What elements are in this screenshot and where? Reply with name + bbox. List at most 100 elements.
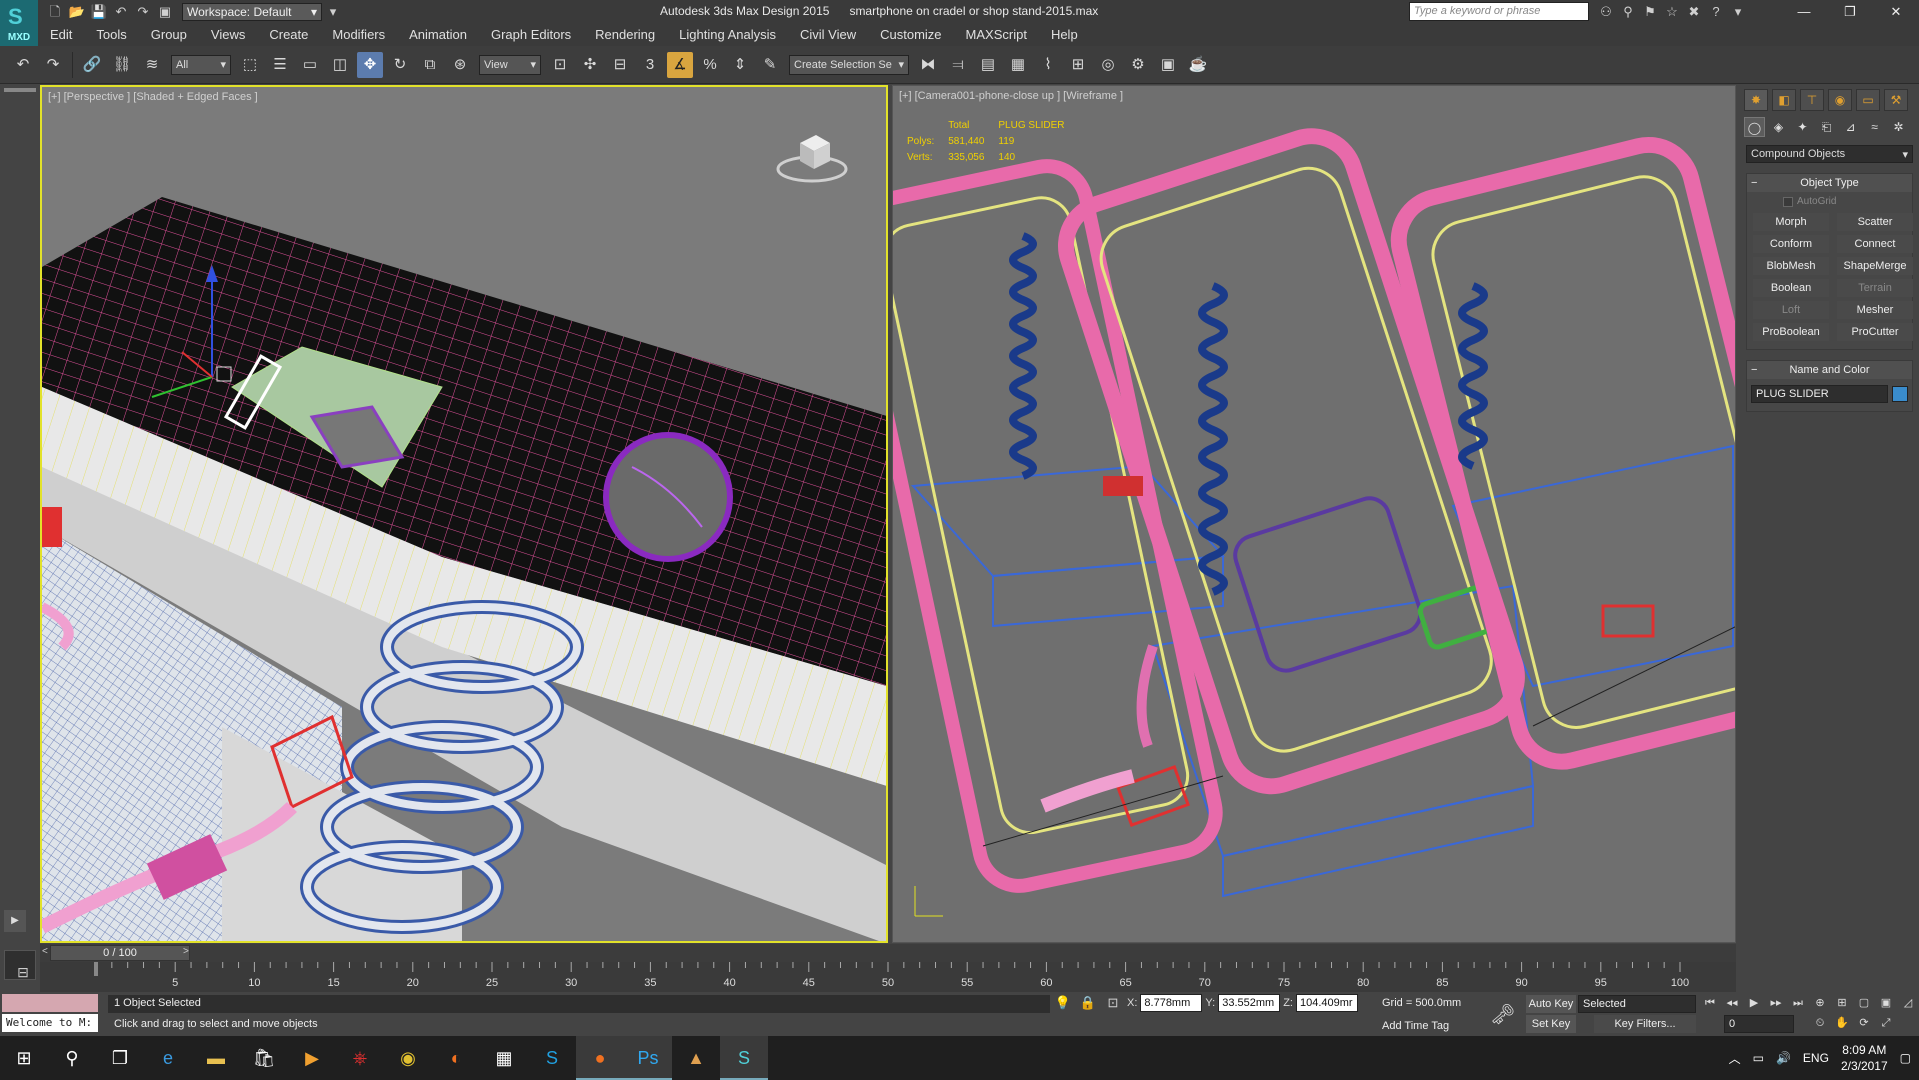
reference-coordinate-dropdown[interactable]: View ▾: [479, 54, 541, 75]
select-by-name-icon[interactable]: ☰: [267, 52, 293, 78]
scatter-button[interactable]: Scatter: [1837, 213, 1913, 231]
time-slider-prev-icon[interactable]: <: [42, 946, 48, 957]
app-logo-icon[interactable]: S MXD: [0, 0, 38, 46]
time-slider-thumb[interactable]: 0 / 100: [50, 945, 190, 961]
edge-browser-icon[interactable]: e: [144, 1036, 192, 1080]
calculator-icon[interactable]: ▦: [480, 1036, 528, 1080]
orbit-icon[interactable]: ⟳: [1854, 1014, 1874, 1032]
modify-tab-icon[interactable]: ◧: [1772, 89, 1796, 111]
menu-edit[interactable]: Edit: [38, 24, 84, 46]
cameras-icon[interactable]: ⎗: [1816, 117, 1837, 137]
align-icon[interactable]: ⫤: [945, 52, 971, 78]
firefox-icon[interactable]: ◐: [432, 1036, 480, 1080]
customize-qa-icon[interactable]: ▾: [324, 3, 342, 21]
conform-button[interactable]: Conform: [1753, 235, 1829, 253]
keyboard-shortcut-override-icon[interactable]: ⊟: [607, 52, 633, 78]
motion-tab-icon[interactable]: ◉: [1828, 89, 1852, 111]
zoom-extents-icon[interactable]: ▢: [1854, 994, 1874, 1012]
current-frame-field[interactable]: 0: [1724, 1015, 1794, 1033]
next-frame-icon[interactable]: ▸▸: [1766, 994, 1786, 1012]
chrome-icon[interactable]: ◉: [384, 1036, 432, 1080]
y-coordinate-field[interactable]: 33.552mm: [1218, 994, 1281, 1012]
acrobat-icon[interactable]: ⎈: [336, 1036, 384, 1080]
mini-curve-editor-toggle[interactable]: ▶: [4, 910, 26, 932]
object-category-dropdown[interactable]: Compound Objects ▾: [1746, 145, 1913, 163]
snaps-toggle-icon[interactable]: 3: [637, 52, 663, 78]
spinner-snap-icon[interactable]: ⇕: [727, 52, 753, 78]
3dsmax-taskbar-icon[interactable]: S: [720, 1036, 768, 1080]
workspace-dropdown[interactable]: Workspace: Default ▾: [182, 3, 322, 21]
curve-editor-icon[interactable]: ⌇: [1035, 52, 1061, 78]
maps-app-icon[interactable]: ●: [576, 1036, 624, 1080]
systems-icon[interactable]: ✲: [1888, 117, 1909, 137]
go-to-end-icon[interactable]: ⏭: [1788, 994, 1808, 1012]
key-mode-dropdown[interactable]: Selected: [1578, 995, 1696, 1013]
project-folder-icon[interactable]: ▣: [156, 3, 174, 21]
object-name-field[interactable]: PLUG SLIDER: [1751, 385, 1888, 403]
render-production-icon[interactable]: ☕: [1185, 52, 1211, 78]
selection-filter-dropdown[interactable]: All ▾: [171, 54, 231, 75]
communication-icon[interactable]: ⚑: [1641, 3, 1659, 21]
pan-icon[interactable]: ✋: [1832, 1014, 1852, 1032]
time-config-icon[interactable]: ⏲: [1810, 1014, 1830, 1032]
minimize-icon[interactable]: —: [1781, 0, 1827, 24]
undo-icon[interactable]: ↶: [10, 52, 36, 78]
time-slider[interactable]: < 0 / 100 >: [40, 944, 1736, 962]
viewport-perspective[interactable]: [+] [Perspective ] [Shaded + Edged Faces…: [40, 85, 888, 943]
select-manipulate-icon[interactable]: ✣: [577, 52, 603, 78]
selection-lock-icon[interactable]: 🔒: [1079, 994, 1097, 1012]
bind-to-space-warp-icon[interactable]: ≋: [139, 52, 165, 78]
lights-icon[interactable]: ✦: [1792, 117, 1813, 137]
absolute-mode-icon[interactable]: ⊡: [1104, 994, 1122, 1012]
rectangular-selection-icon[interactable]: ▭: [297, 52, 323, 78]
menu-maxscript[interactable]: MAXScript: [954, 24, 1039, 46]
undo-icon[interactable]: ↶: [112, 3, 130, 21]
redo-icon[interactable]: ↷: [40, 52, 66, 78]
select-and-rotate-icon[interactable]: ↻: [387, 52, 413, 78]
menu-help[interactable]: Help: [1039, 24, 1090, 46]
layer-manager-icon[interactable]: ▤: [975, 52, 1001, 78]
menu-customize[interactable]: Customize: [868, 24, 953, 46]
viewport-camera[interactable]: [+] [Camera001-phone-close up ] [Wirefra…: [892, 85, 1736, 943]
photoshop-icon[interactable]: Ps: [624, 1036, 672, 1080]
render-setup-icon[interactable]: ⚙: [1125, 52, 1151, 78]
show-hidden-icons-icon[interactable]: ︿: [1729, 1050, 1741, 1067]
skype-icon[interactable]: S: [528, 1036, 576, 1080]
track-bar[interactable]: 5 10 15 20 25 30 35 40 45 50 55 60 65 70 75 80 85 90 95 100: [40, 962, 1736, 992]
store-icon[interactable]: 🛍: [240, 1036, 288, 1080]
graphite-ribbon-icon[interactable]: ▦: [1005, 52, 1031, 78]
select-and-link-icon[interactable]: 🔗: [79, 52, 105, 78]
zoom-all-icon[interactable]: ⊞: [1832, 994, 1852, 1012]
pivot-center-icon[interactable]: ⊡: [547, 52, 573, 78]
rendered-frame-window-icon[interactable]: ▣: [1155, 52, 1181, 78]
go-to-start-icon[interactable]: ⏮: [1700, 994, 1720, 1012]
maximize-viewport-icon[interactable]: ⤢: [1876, 1014, 1896, 1032]
x-coordinate-field[interactable]: 8.778mm: [1140, 994, 1203, 1012]
proboolean-button[interactable]: ProBoolean: [1753, 323, 1829, 341]
previous-frame-icon[interactable]: ◂◂: [1722, 994, 1742, 1012]
play-icon[interactable]: ▶: [1744, 994, 1764, 1012]
mirror-icon[interactable]: ⧓: [915, 52, 941, 78]
schematic-view-icon[interactable]: ⊞: [1065, 52, 1091, 78]
hierarchy-tab-icon[interactable]: ⊤: [1800, 89, 1824, 111]
favorites-star-icon[interactable]: ☆: [1663, 3, 1681, 21]
menu-civil-view[interactable]: Civil View: [788, 24, 868, 46]
autogrid-checkbox[interactable]: AutoGrid: [1747, 192, 1912, 209]
display-tab-icon[interactable]: ▭: [1856, 89, 1880, 111]
viewcube-icon[interactable]: [772, 117, 852, 187]
object-color-swatch[interactable]: [1892, 386, 1908, 402]
menu-lighting-analysis[interactable]: Lighting Analysis: [667, 24, 788, 46]
clock[interactable]: 8:09 AM 2/3/2017: [1841, 1042, 1888, 1074]
select-and-scale-icon[interactable]: ⧉: [417, 52, 443, 78]
help-icon[interactable]: ?: [1707, 3, 1725, 21]
task-view-icon[interactable]: ❐: [96, 1036, 144, 1080]
geometry-icon[interactable]: ◯: [1744, 117, 1765, 137]
name-and-color-header[interactable]: − Name and Color: [1747, 361, 1912, 379]
menu-modifiers[interactable]: Modifiers: [320, 24, 397, 46]
add-time-tag[interactable]: Add Time Tag: [1382, 1020, 1449, 1032]
binoculars-icon[interactable]: ⚇: [1597, 3, 1615, 21]
action-center-icon[interactable]: ▢: [1900, 1051, 1911, 1065]
menu-create[interactable]: Create: [257, 24, 320, 46]
set-key-mode-icon[interactable]: 🗝: [1490, 1002, 1515, 1027]
menu-group[interactable]: Group: [139, 24, 199, 46]
